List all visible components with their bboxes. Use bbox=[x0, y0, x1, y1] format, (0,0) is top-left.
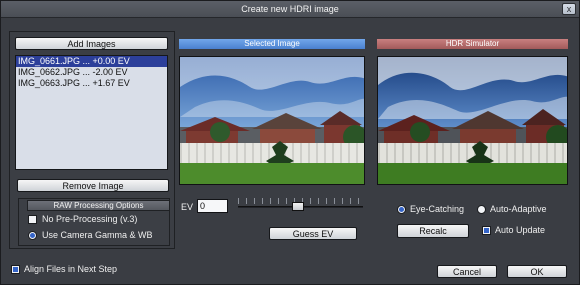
auto-update-label: Auto Update bbox=[495, 225, 546, 235]
ev-slider-thumb[interactable] bbox=[292, 202, 304, 211]
create-hdri-window: Create new HDRI image x Add Images IMG_0… bbox=[0, 0, 580, 285]
eye-catching-radio[interactable] bbox=[397, 205, 406, 214]
remove-image-button[interactable]: Remove Image bbox=[17, 179, 169, 192]
close-button[interactable]: x bbox=[562, 3, 576, 15]
list-item[interactable]: IMG_0662.JPG ... -2.00 EV bbox=[16, 67, 167, 78]
eye-catching-label: Eye-Catching bbox=[410, 204, 465, 214]
hdr-preview-image bbox=[377, 56, 568, 185]
recalc-button[interactable]: Recalc bbox=[397, 224, 469, 238]
cancel-button[interactable]: Cancel bbox=[437, 265, 497, 278]
ok-button[interactable]: OK bbox=[507, 265, 567, 278]
ev-input[interactable]: 0 bbox=[197, 199, 228, 213]
list-item[interactable]: IMG_0663.JPG ... +1.67 EV bbox=[16, 78, 167, 89]
list-item[interactable]: IMG_0661.JPG ... +0.00 EV bbox=[16, 56, 167, 67]
hdr-simulator-header: HDR Simulator bbox=[377, 39, 568, 49]
auto-update-checkbox[interactable] bbox=[482, 226, 491, 235]
window-title: Create new HDRI image bbox=[241, 4, 339, 14]
no-preprocessing-checkbox[interactable] bbox=[28, 215, 37, 224]
no-preprocessing-label: No Pre-Processing (v.3) bbox=[42, 214, 138, 224]
ev-label: EV bbox=[181, 202, 194, 212]
auto-adaptive-radio[interactable] bbox=[477, 205, 486, 214]
selected-image-preview bbox=[179, 56, 365, 185]
title-bar: Create new HDRI image bbox=[1, 1, 579, 18]
align-files-label: Align Files in Next Step bbox=[24, 264, 118, 274]
camera-gamma-radio[interactable] bbox=[28, 231, 37, 240]
raw-options-title: RAW Processing Options bbox=[27, 200, 170, 211]
guess-ev-button[interactable]: Guess EV bbox=[269, 227, 357, 240]
camera-gamma-label: Use Camera Gamma & WB bbox=[42, 230, 153, 240]
file-list[interactable]: IMG_0661.JPG ... +0.00 EV IMG_0662.JPG .… bbox=[15, 55, 168, 170]
selected-image-header: Selected Image bbox=[179, 39, 365, 49]
add-images-button[interactable]: Add Images bbox=[15, 37, 168, 50]
house-photo-hdr-image bbox=[378, 57, 567, 184]
house-photo-image bbox=[180, 57, 364, 184]
align-files-checkbox[interactable] bbox=[11, 265, 20, 274]
auto-adaptive-label: Auto-Adaptive bbox=[490, 204, 547, 214]
